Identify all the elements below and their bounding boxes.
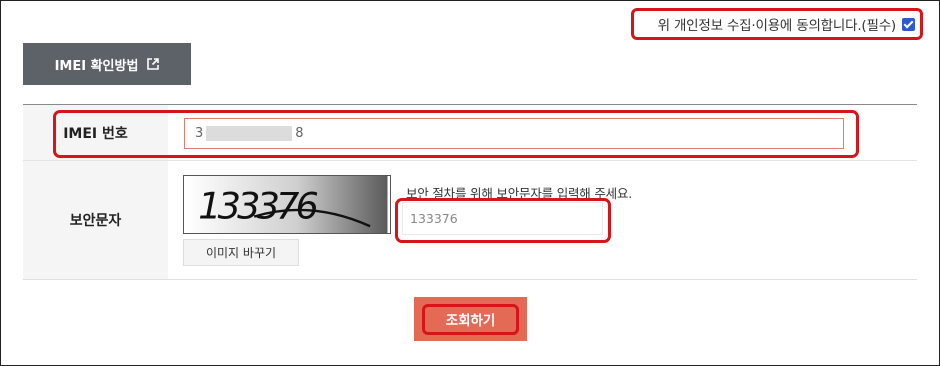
consent-row[interactable]: 위 개인정보 수집·이용에 동의합니다.(필수) [631, 8, 923, 40]
consent-label: 위 개인정보 수집·이용에 동의합니다.(필수) [657, 18, 897, 34]
imei-guide-button[interactable]: IMEI 확인방법 [23, 43, 191, 85]
imei-highlight [53, 110, 859, 158]
submit-area: 조회하기 [414, 297, 527, 341]
imei-guide-label: IMEI 확인방법 [54, 58, 139, 74]
captcha-input-highlight [395, 198, 611, 243]
external-link-icon [147, 58, 160, 70]
consent-checkbox[interactable] [902, 17, 915, 31]
captcha-image-text: 133376 [198, 185, 317, 228]
captcha-label: 보안문자 [23, 161, 168, 279]
submit-button[interactable]: 조회하기 [422, 303, 519, 335]
captcha-image: 133376 [183, 175, 391, 234]
captcha-refresh-button[interactable]: 이미지 바꾸기 [183, 239, 299, 266]
